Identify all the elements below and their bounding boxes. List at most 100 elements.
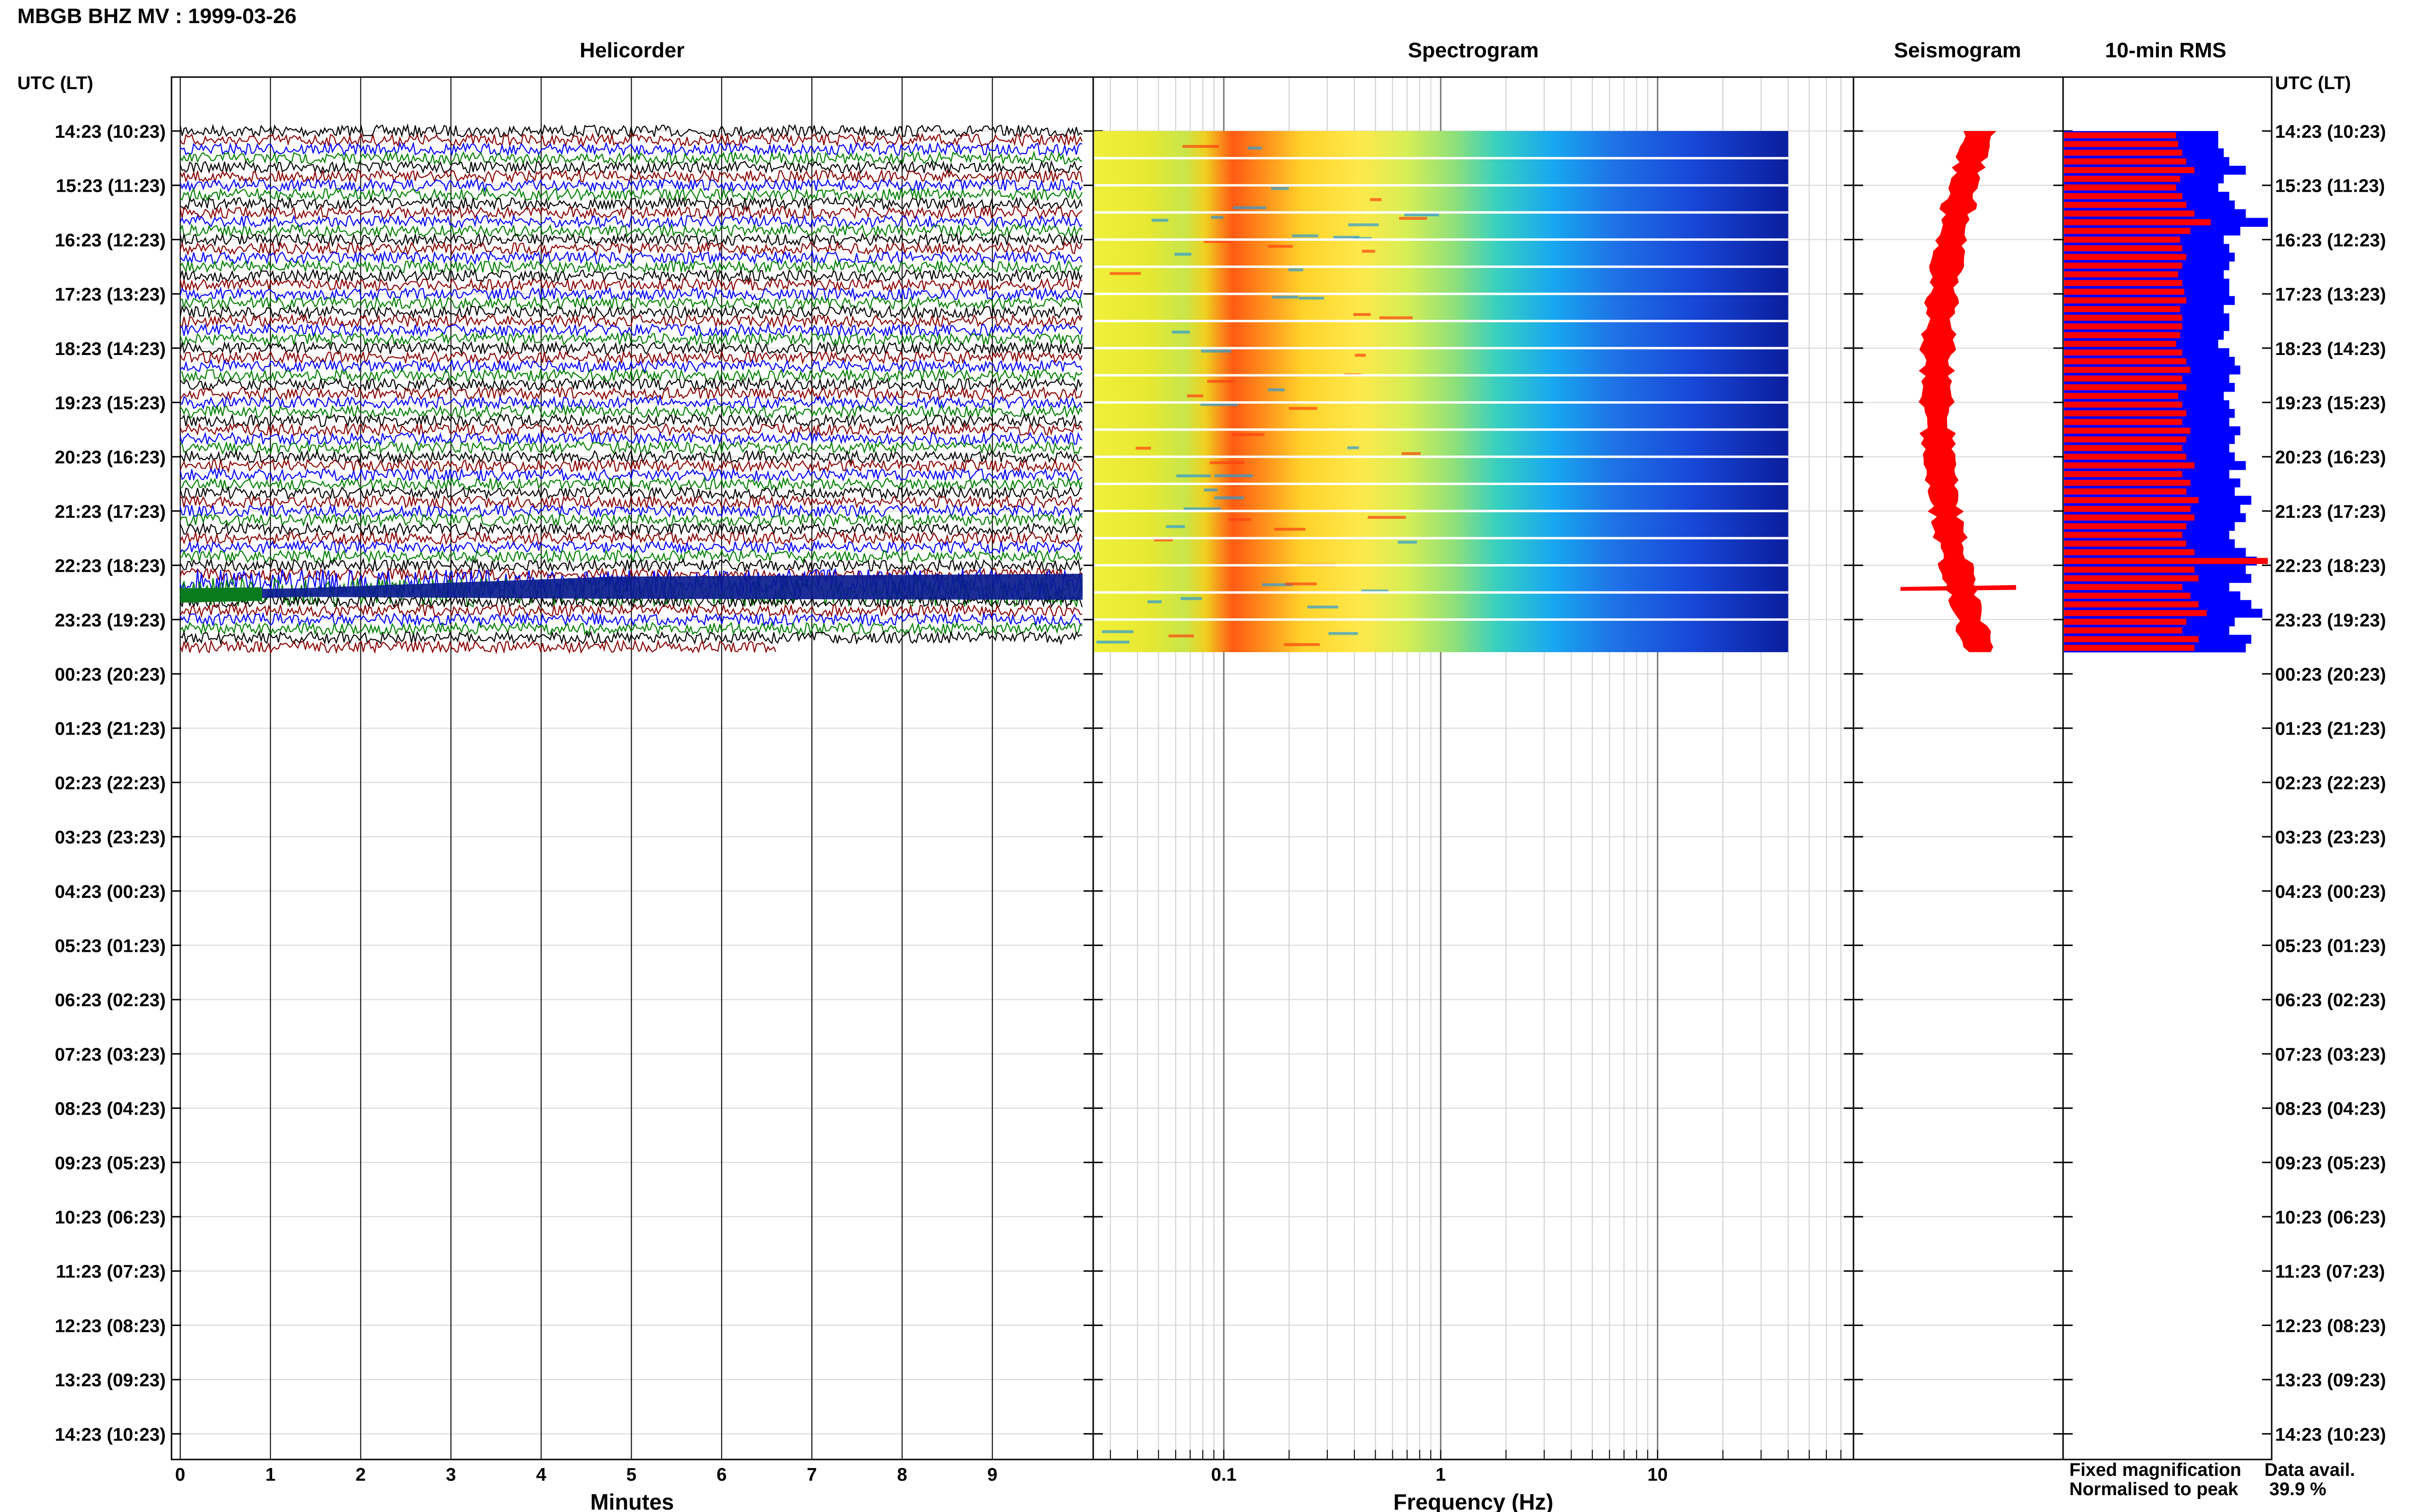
seismogram-header: Seismogram — [1894, 39, 2021, 62]
helicorder-x-ticks: 0 1 2 3 4 5 6 7 8 9 — [175, 1465, 997, 1485]
rms-normalised-bar — [2064, 592, 2191, 599]
event-onset — [180, 587, 262, 603]
rms-normalised-bar — [2064, 523, 2186, 529]
spectrogram-header: Spectrogram — [1408, 39, 1538, 62]
time-label-left: 14:23 (10:23) — [55, 1425, 166, 1445]
time-label-right: 15:23 (11:23) — [2275, 176, 2385, 197]
rms-normalised-bar — [2064, 245, 2183, 251]
rms-normalised-bar — [2064, 175, 2181, 182]
rms-normalised-bar — [2064, 289, 2184, 295]
helicorder-x-tick-label: 4 — [536, 1465, 546, 1485]
time-label-right: 02:23 (22:23) — [2275, 773, 2386, 793]
spectrogram-speckle — [1232, 433, 1265, 436]
spectrogram-speckle — [1272, 295, 1298, 299]
rms-normalised-bar — [2064, 367, 2191, 373]
spectrogram-speckle — [1214, 474, 1253, 477]
time-label-right: 00:23 (20:23) — [2275, 665, 2386, 685]
spectrogram-speckle — [1298, 296, 1324, 300]
helicorder-x-tick-label: 5 — [626, 1465, 636, 1485]
rms-normalised-bar — [2064, 462, 2195, 469]
spectrogram-speckle — [1288, 268, 1303, 272]
rms-normalised-bar — [2064, 532, 2183, 538]
rms-normalised-bar — [2064, 497, 2199, 503]
rms-normalised-bar — [2064, 132, 2176, 139]
rms-normalised-bar — [2064, 427, 2191, 434]
rms-normalised-bar — [2064, 315, 2183, 321]
spectrogram-speckle — [1174, 252, 1191, 256]
helicorder-x-tick-label: 7 — [807, 1465, 817, 1485]
rms-normalised-bar — [2064, 453, 2186, 460]
spectrogram-speckle — [1274, 527, 1306, 531]
time-label-left: 23:23 (19:23) — [55, 610, 166, 631]
helicorder-x-tick-label: 6 — [716, 1465, 727, 1485]
time-label-right: 04:23 (00:23) — [2275, 882, 2386, 902]
rms-normalised-bar — [2064, 506, 2191, 512]
rms-normalised-bar — [2064, 263, 2183, 269]
time-label-right: 11:23 (07:23) — [2275, 1262, 2385, 1282]
spectrogram-speckle — [1370, 198, 1382, 201]
rms-normalised-bar — [2064, 341, 2176, 347]
rms-normalised-bar — [2064, 323, 2183, 330]
time-label-left: 09:23 (05:23) — [55, 1153, 166, 1173]
spectrogram-speckle — [1285, 582, 1317, 586]
rms-bars — [2064, 131, 2268, 653]
time-label-left: 11:23 (07:23) — [56, 1262, 166, 1282]
time-label-left: 22:23 (18:23) — [55, 556, 166, 577]
spectrogram-speckle — [1367, 516, 1406, 519]
rms-normalised-bar — [2064, 644, 2195, 651]
spectrogram-speckle — [1347, 446, 1359, 449]
time-label-right: 18:23 (14:23) — [2275, 339, 2386, 359]
legend-fixed: Fixed magnification — [2069, 1460, 2241, 1480]
spectrogram-speckle — [1168, 634, 1194, 638]
rms-normalised-bar — [2064, 393, 2178, 399]
spectrogram-data — [1094, 131, 1788, 652]
rms-normalised-bar — [2064, 584, 2183, 590]
rms-normalised-bar — [2064, 419, 2183, 425]
helicorder-x-tick-label: 3 — [446, 1465, 456, 1485]
legend-normalised: Normalised to peak — [2069, 1479, 2238, 1499]
rms-normalised-bar — [2064, 618, 2186, 625]
rms-header: 10-min RMS — [2105, 39, 2226, 62]
rms-normalised-bar — [2064, 349, 2183, 356]
rms-normalised-bar — [2064, 514, 2195, 521]
rms-normalised-bar — [2064, 575, 2199, 581]
rms-normalised-bar — [2064, 141, 2178, 147]
time-label-left: 16:23 (12:23) — [55, 230, 166, 250]
spectrogram-speckle — [1398, 540, 1417, 544]
rms-normalised-bar — [2064, 549, 2195, 555]
rms-normalised-bar — [2064, 210, 2195, 217]
time-label-right: 01:23 (21:23) — [2275, 719, 2386, 739]
time-label-left: 10:23 (06:23) — [55, 1208, 166, 1228]
spectrogram-speckle — [1102, 630, 1134, 633]
spectrogram-fill — [1094, 131, 1788, 652]
spectrogram-speckle — [1271, 187, 1289, 190]
time-label-right: 08:23 (04:23) — [2275, 1099, 2386, 1119]
spectrogram-speckle — [1211, 216, 1224, 219]
time-label-left: 04:23 (00:23) — [55, 882, 166, 902]
figure-title: MBGB BHZ MV : 1999-03-26 — [17, 4, 296, 28]
rms-normalised-bar — [2064, 488, 2186, 495]
rms-normalised-bar — [2064, 636, 2199, 643]
time-label-right: 06:23 (02:23) — [2275, 990, 2386, 1011]
rms-normalised-bar — [2064, 436, 2186, 443]
rms-normalised-bar — [2064, 401, 2183, 408]
helicorder-x-tick-label: 2 — [356, 1465, 366, 1485]
time-label-right: 05:23 (01:23) — [2275, 936, 2386, 957]
helicorder-x-tick-label: 1 — [265, 1465, 276, 1485]
rms-normalised-bar — [2064, 193, 2183, 199]
spectrogram-speckle — [1289, 407, 1317, 410]
spectrogram-speckle — [1307, 605, 1338, 609]
time-label-right: 20:23 (16:23) — [2275, 447, 2386, 468]
time-label-left: 19:23 (15:23) — [55, 394, 166, 414]
rms-normalised-bar — [2064, 375, 2183, 382]
spectrogram-speckle — [1379, 316, 1413, 319]
spectrogram-speckle — [1201, 349, 1231, 353]
rms-normalised-bar — [2064, 558, 2268, 564]
spectrogram-speckle — [1096, 641, 1130, 644]
spectrogram-speckle — [1207, 380, 1233, 383]
rms-normalised-bar — [2064, 479, 2191, 486]
spectrogram-x-ticks: 0.1 1 10 — [1211, 1465, 1668, 1485]
time-label-right: 09:23 (05:23) — [2275, 1153, 2386, 1173]
spectrogram-speckle — [1214, 496, 1244, 500]
spectrogram-speckle — [1268, 388, 1285, 392]
